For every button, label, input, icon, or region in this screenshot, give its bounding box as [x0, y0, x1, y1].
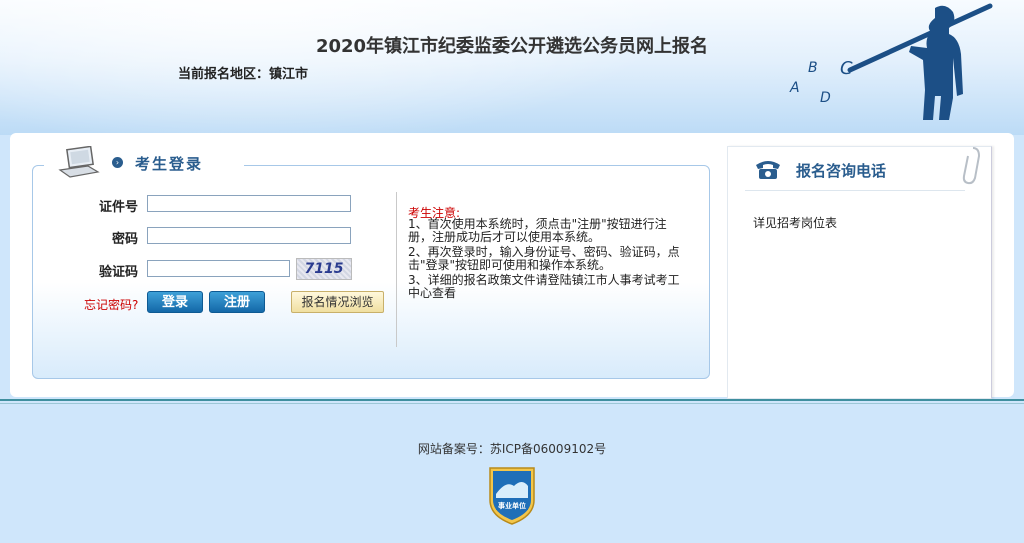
password-input[interactable] — [147, 227, 351, 244]
notice-line-3: 3、详细的报名政策文件请登陆镇江市人事考试考工中心查看 — [408, 273, 680, 300]
contact-box — [727, 146, 992, 399]
forgot-password-link[interactable]: 忘记密码? — [84, 296, 138, 313]
captcha-label: 验证码 — [98, 265, 138, 280]
public-institution-badge[interactable]: 事业单位 — [484, 464, 540, 526]
contact-title: 报名咨询电话 — [796, 162, 887, 180]
current-region-label: 当前报名地区：镇江市 — [178, 67, 309, 82]
mascot-letter-c: C — [840, 58, 853, 79]
footer-divider — [0, 399, 1024, 401]
id-number-input[interactable] — [147, 195, 351, 212]
mascot-letter-a: A — [789, 80, 800, 96]
notice-line-1: 1、首次使用本系统时，须点击"注册"按钮进行注册，注册成功后才可以使用本系统。 — [408, 217, 667, 244]
badge-text: 事业单位 — [498, 501, 526, 510]
bullet-arrow-icon: › — [112, 157, 123, 168]
contact-separator — [745, 190, 965, 191]
contact-info-text: 详见招考岗位表 — [753, 216, 838, 230]
notice-line-2: 2、再次登录时，输入身份证号、密码、验证码，点击"登录"按钮即可使用和操作本系统… — [408, 245, 680, 272]
footer-divider-thin — [0, 403, 1024, 404]
captcha-image[interactable]: 7115 — [296, 258, 352, 280]
id-number-label: 证件号 — [98, 200, 138, 215]
icp-record: 网站备案号：苏ICP备06009102号 — [417, 442, 607, 456]
mascot-letter-d: D — [820, 90, 831, 106]
login-divider — [396, 192, 397, 347]
login-title: 考生登录 — [135, 155, 204, 173]
mascot-illustration: A B C D — [789, 3, 993, 120]
captcha-input[interactable] — [147, 260, 290, 277]
password-label: 密码 — [111, 232, 138, 247]
computer-icon — [58, 146, 100, 178]
browse-registration-button[interactable]: 报名情况浏览 — [291, 291, 384, 313]
paper-clip-icon — [962, 147, 981, 185]
mascot-letter-b: B — [808, 60, 818, 76]
header-banner: 2020年镇江市纪委监委公开遴选公务员网上报名 当前报名地区：镇江市 A B C… — [0, 0, 1024, 135]
login-button[interactable]: 登录 — [147, 291, 203, 313]
register-button[interactable]: 注册 — [209, 291, 265, 313]
telephone-icon — [756, 161, 780, 179]
